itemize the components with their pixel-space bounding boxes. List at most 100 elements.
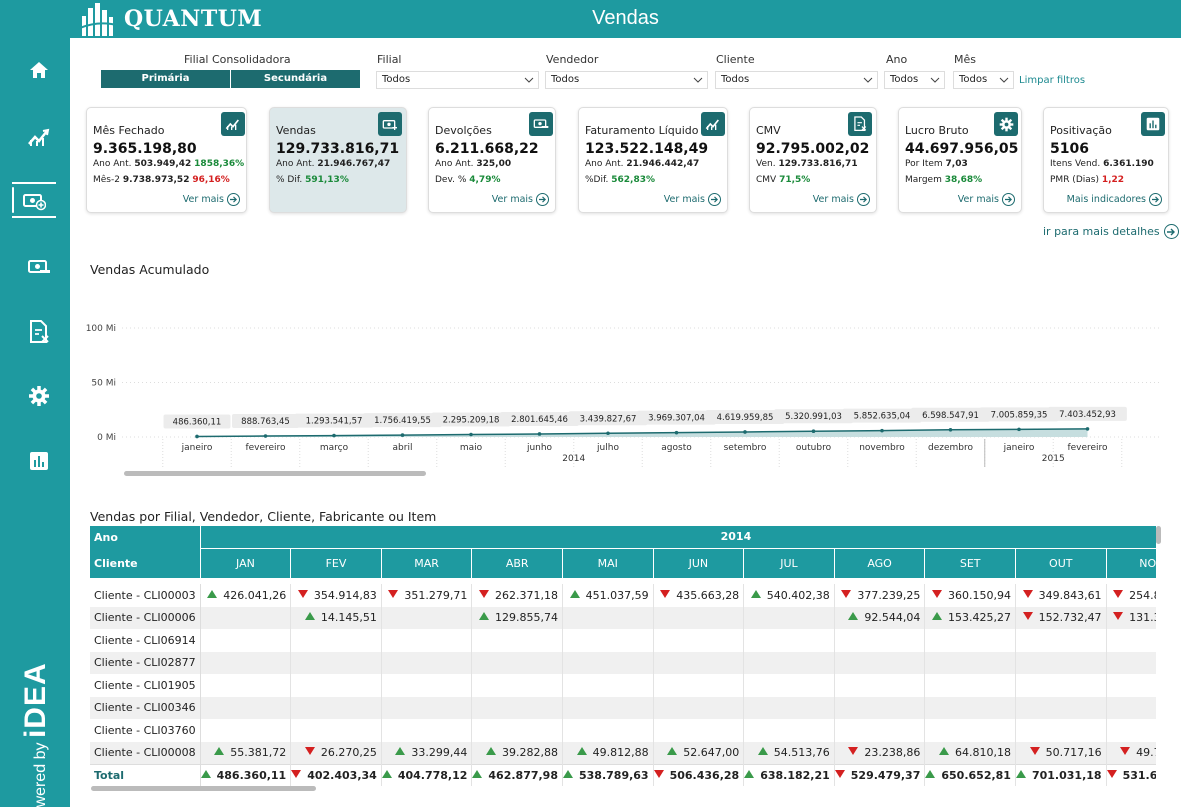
table-row[interactable]: Cliente - CLI00008 55.381,72 26.270,25 33.2… — [90, 741, 1156, 764]
bar-chart-icon[interactable] — [22, 444, 56, 478]
table-row[interactable]: Cliente - CLI02877 — [90, 651, 1156, 674]
card-positivacao[interactable]: Positivação 5106 Itens Vend. 6.361.190 P… — [1043, 107, 1169, 213]
card-cmv[interactable]: CMV 92.795.002,02 Ven. 129.733.816,71 CM… — [749, 107, 877, 213]
total-row: Total 486.360,11 402.403,34 404.778,12 462.8… — [90, 763, 1156, 786]
vendedor-select[interactable]: Todos — [545, 71, 708, 89]
table-vertical-scrollbar[interactable] — [1156, 526, 1161, 544]
segment-secundaria[interactable]: Secundária — [231, 70, 360, 88]
ver-mais-link[interactable]: Ver mais — [813, 193, 870, 206]
row-label: Cliente - CLI00003 — [90, 584, 201, 607]
line-value: 129.733.816,71 — [778, 159, 858, 169]
cell-value: 701.031,18 — [1031, 769, 1102, 782]
line-label: Ano Ant. — [585, 159, 624, 169]
vendas-acumulado-chart: 100 Mi 50 Mi 0 Mi 486.360,11 janeiro 888.763,… — [86, 324, 1160, 467]
chart-scrollbar[interactable] — [124, 471, 426, 476]
table-cell: 26.270,25 — [290, 741, 382, 764]
data-label: 2.295.209,18 — [443, 415, 500, 425]
cliente-select[interactable]: Todos — [715, 71, 878, 89]
filial-select[interactable]: Todos — [376, 71, 539, 89]
sidebar: Powered by iDEA — [0, 0, 70, 807]
ver-mais-link[interactable]: Ver mais — [664, 193, 721, 206]
card-line-2: Mês-2 9.738.973,52 96,16% — [93, 175, 230, 185]
table-cell: 638.182,21 — [743, 763, 835, 786]
mes-select[interactable]: Todos — [953, 71, 1014, 89]
month-header[interactable]: JUL — [743, 547, 835, 578]
header-row-months: ClienteJANFEVMARABRMAIJUNJULAGOSETOUTNOV… — [90, 547, 1156, 578]
table-row[interactable]: Cliente - CLI00346 — [90, 696, 1156, 719]
row-label: Cliente - CLI00006 — [90, 606, 201, 629]
mais-detalhes-link[interactable]: ir para mais detalhes — [1043, 224, 1179, 239]
matrix: Ano 2014 Cliente JAN FEV MAR ABR MAI JUN JUL AGO SE… — [90, 526, 1156, 786]
card-vendas[interactable]: Vendas 129.733.816,71 Ano Ant. 21.946.76… — [269, 107, 407, 213]
ver-mais-link[interactable]: Ver mais — [958, 193, 1015, 206]
sales-add-icon[interactable] — [12, 182, 56, 218]
month-header[interactable]: FEV — [290, 547, 382, 578]
arrow-right-circle-icon — [857, 193, 870, 206]
table-cell: 506.436,28 — [653, 763, 745, 786]
month-header[interactable]: ABR — [471, 547, 563, 578]
data-label: 486.360,11 — [173, 417, 222, 427]
triangle-up-icon — [750, 589, 761, 598]
gear-icon[interactable] — [22, 379, 56, 413]
mais-indicadores-link[interactable]: Mais indicadores — [1067, 193, 1162, 206]
table-cell: 131.352,13 — [1106, 606, 1156, 629]
card-faturamento-liquido[interactable]: Faturamento Líquido 123.522.148,49 Ano A… — [578, 107, 728, 213]
table-row[interactable]: Cliente - CLI01905 — [90, 674, 1156, 697]
table-cell: 39.282,88 — [471, 741, 563, 764]
month-header[interactable]: AGO — [834, 547, 926, 578]
ano-select[interactable]: Todos — [884, 71, 945, 89]
trending-chart-icon — [221, 112, 245, 136]
triangle-down-icon — [1022, 589, 1033, 598]
month-header[interactable]: MAR — [381, 547, 473, 578]
card-devolucoes[interactable]: Devolções 6.211.668,22 Ano Ant. 325,00 D… — [428, 107, 556, 213]
card-mes-fechado[interactable]: Mês Fechado 9.365.198,80 Ano Ant. 503.94… — [86, 107, 247, 213]
cell-value: 55.381,72 — [230, 746, 287, 759]
ver-mais-link[interactable]: Ver mais — [183, 193, 240, 206]
table-row[interactable]: Cliente - CLI00003 426.041,26 354.914,83 35… — [90, 584, 1156, 607]
month-header[interactable]: JUN — [653, 547, 745, 578]
data-point — [263, 434, 268, 438]
data-point — [880, 428, 884, 433]
row-label: Cliente - CLI02877 — [90, 651, 201, 674]
line-pct: 1858,36% — [194, 159, 245, 169]
x-tick-label: agosto — [661, 443, 692, 453]
ver-mais-link[interactable]: Ver mais — [492, 193, 549, 206]
table-cell — [743, 674, 835, 697]
table-cell — [924, 674, 1016, 697]
y-tick-label: 50 Mi — [91, 379, 116, 389]
card-line-2: % Dif. 591,13% — [276, 175, 349, 185]
table-row[interactable]: Cliente - CLI03760 — [90, 719, 1156, 742]
clear-filters-link[interactable]: Limpar filtros — [1019, 75, 1085, 86]
y-tick-label: 100 Mi — [86, 324, 116, 334]
month-header[interactable]: MAI — [562, 547, 654, 578]
table-cell — [1106, 696, 1156, 719]
table-cell — [1106, 719, 1156, 742]
table-cell — [653, 629, 745, 652]
table-horizontal-scrollbar[interactable] — [91, 786, 316, 791]
invoice-x-icon[interactable] — [22, 315, 56, 349]
month-header[interactable]: SET — [924, 547, 1016, 578]
card-value: 9.365.198,80 — [93, 141, 197, 157]
triangle-up-icon — [931, 612, 942, 621]
table-cell — [290, 674, 382, 697]
table-cell: 360.150,94 — [924, 584, 1016, 607]
month-header[interactable]: JAN — [200, 547, 292, 578]
returns-icon[interactable] — [22, 250, 56, 284]
trending-chart-icon[interactable] — [22, 120, 56, 154]
table-cell — [200, 629, 292, 652]
card-lucro-bruto[interactable]: Lucro Bruto 44.697.956,05 Por Item 7,03 … — [898, 107, 1022, 213]
month-header[interactable]: NOV — [1106, 547, 1156, 578]
data-point — [811, 429, 816, 434]
segment-primaria[interactable]: Primária — [101, 70, 230, 88]
month-header[interactable]: OUT — [1015, 547, 1107, 578]
line-label: Ano Ant. — [93, 159, 132, 169]
year-header[interactable]: 2014 — [200, 526, 1156, 548]
table-row[interactable]: Cliente - CLI06914 — [90, 629, 1156, 652]
cell-value: 50.717,16 — [1045, 746, 1102, 759]
cell-value: 33.299,44 — [411, 746, 468, 759]
home-icon[interactable] — [22, 53, 56, 87]
cell-value: 435.663,28 — [676, 588, 740, 602]
table-row[interactable]: Cliente - CLI00006 14.145,51 129.855,74 92.… — [90, 606, 1156, 629]
cell-value: 14.145,51 — [320, 611, 377, 625]
table-cell: 351.279,71 — [381, 584, 473, 607]
